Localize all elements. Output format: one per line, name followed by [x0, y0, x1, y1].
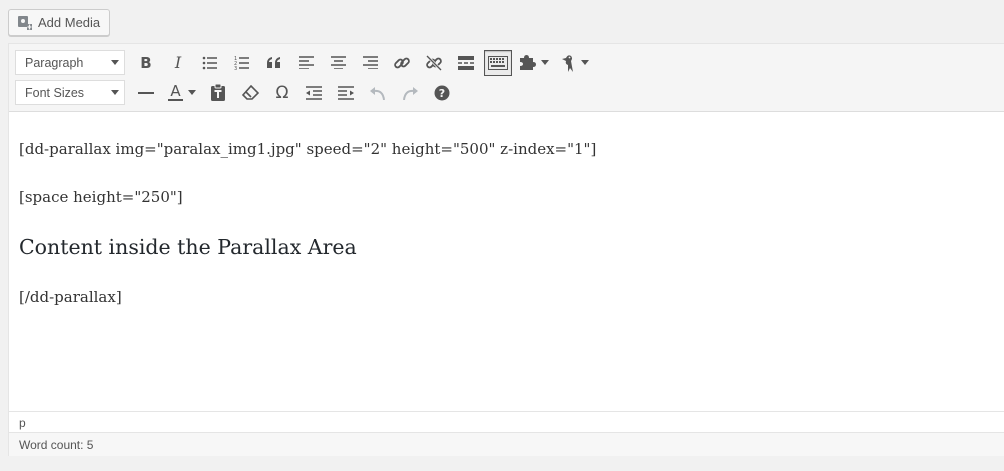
align-right-button[interactable]: [356, 50, 384, 76]
element-path-bar: p: [9, 411, 1004, 432]
add-media-label: Add Media: [38, 15, 101, 30]
svg-text:?: ?: [439, 87, 445, 100]
toolbar-row-1: Paragraph B I 123: [15, 49, 594, 76]
text-color-icon: A: [168, 84, 183, 101]
add-media-button[interactable]: Add Media: [8, 9, 111, 36]
word-count: Word count: 5: [19, 438, 94, 452]
paste-as-text-icon: [211, 84, 225, 101]
align-right-icon: [362, 56, 378, 69]
plugin-puzzle-icon: [520, 55, 536, 70]
chevron-down-icon: [188, 90, 196, 95]
horizontal-line-button[interactable]: [132, 80, 160, 106]
font-size-select[interactable]: Font Sizes: [15, 80, 125, 105]
insert-link-button[interactable]: [388, 50, 416, 76]
format-select-value: Paragraph: [25, 55, 84, 70]
shortcode-parallax-close: [/dd-parallax]: [19, 288, 122, 306]
editor-toolbar: Paragraph B I 123 Font Sizes A Ω ?: [9, 44, 1004, 112]
bold-button[interactable]: B: [132, 50, 160, 76]
horizontal-line-icon: [138, 91, 154, 94]
font-size-select-value: Font Sizes: [25, 85, 85, 100]
blockquote-button[interactable]: [260, 50, 288, 76]
woodpecker-menu-button[interactable]: [556, 50, 592, 76]
add-media-icon: [17, 15, 33, 31]
align-left-button[interactable]: [292, 50, 320, 76]
blockquote-icon: [267, 56, 280, 68]
element-path-p[interactable]: p: [19, 416, 26, 430]
editor-frame: Paragraph B I 123 Font Sizes A Ω ? [dd-p…: [8, 43, 1004, 456]
shortcode-space: [space height="250"]: [19, 188, 183, 206]
shortcode-parallax-open: [dd-parallax img="paralax_img1.jpg" spee…: [19, 140, 597, 158]
chevron-down-icon: [111, 60, 119, 65]
unlink-icon: [425, 54, 443, 71]
toolbar-toggle-button[interactable]: [484, 49, 512, 76]
text-color-button[interactable]: A: [164, 80, 200, 106]
help-icon: ?: [434, 85, 450, 100]
align-center-button[interactable]: [324, 50, 352, 76]
read-more-button[interactable]: [452, 50, 480, 76]
paste-as-text-button[interactable]: [204, 80, 232, 106]
decrease-indent-icon: [306, 85, 322, 100]
bulleted-list-icon: [202, 56, 217, 69]
clear-formatting-icon: [241, 85, 259, 100]
help-button[interactable]: ?: [428, 80, 456, 106]
italic-button[interactable]: I: [164, 50, 192, 76]
insert-link-icon: [394, 57, 410, 68]
align-left-icon: [298, 56, 314, 69]
increase-indent-icon: [338, 85, 354, 100]
word-count-bar: Word count: 5: [9, 432, 1004, 456]
redo-button[interactable]: [396, 80, 424, 106]
special-character-button[interactable]: Ω: [268, 80, 296, 106]
italic-icon: I: [174, 53, 182, 72]
unlink-button[interactable]: [420, 50, 448, 76]
editor-content[interactable]: [dd-parallax img="paralax_img1.jpg" spee…: [9, 112, 1004, 412]
numbered-list-icon: 123: [234, 56, 249, 70]
redo-icon: [403, 86, 418, 100]
bulleted-list-button[interactable]: [196, 50, 224, 76]
chevron-down-icon: [111, 90, 119, 95]
toolbar-toggle-icon: [488, 55, 508, 70]
undo-button[interactable]: [364, 80, 392, 106]
increase-indent-button[interactable]: [332, 80, 360, 106]
chevron-down-icon: [580, 60, 589, 65]
plugin-menu-button[interactable]: [516, 50, 552, 76]
bold-icon: B: [140, 53, 152, 72]
content-heading: Content inside the Parallax Area: [19, 235, 357, 259]
decrease-indent-button[interactable]: [300, 80, 328, 106]
numbered-list-button[interactable]: 123: [228, 50, 256, 76]
read-more-icon: [458, 55, 474, 70]
chevron-down-icon: [541, 60, 549, 65]
special-character-icon: Ω: [275, 82, 289, 103]
clear-formatting-button[interactable]: [236, 80, 264, 106]
undo-icon: [370, 86, 385, 100]
svg-text:3: 3: [234, 66, 237, 70]
woodpecker-icon: [561, 54, 573, 72]
toolbar-row-2: Font Sizes A Ω ?: [15, 79, 458, 106]
align-center-icon: [330, 56, 346, 69]
format-select[interactable]: Paragraph: [15, 50, 125, 75]
